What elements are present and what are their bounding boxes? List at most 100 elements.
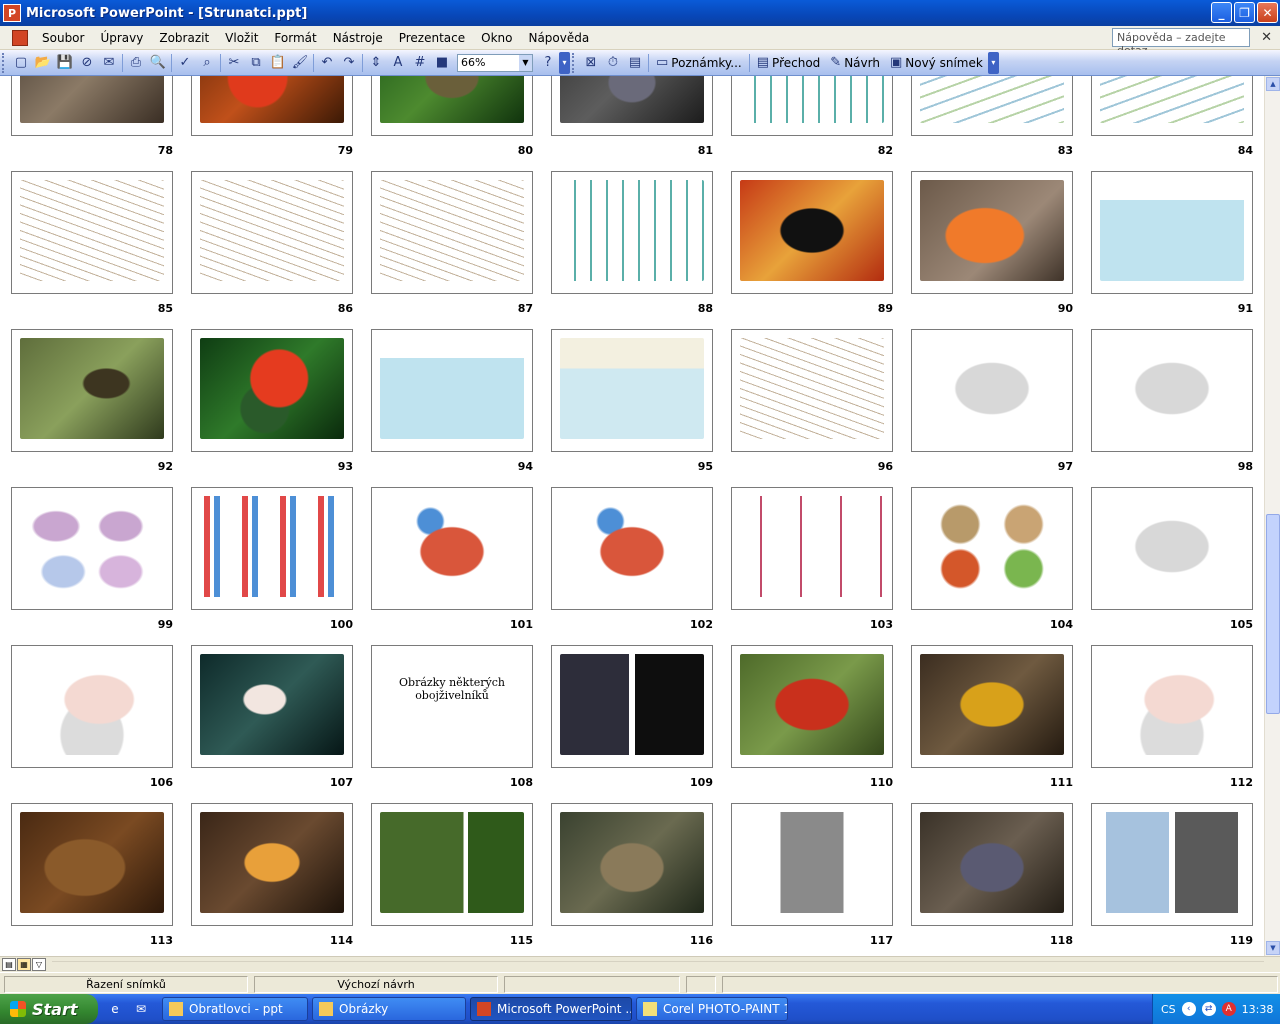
slide-thumbnail[interactable]: [191, 487, 353, 610]
slide-thumbnail[interactable]: [11, 76, 173, 136]
expand-all-icon[interactable]: ⇕: [365, 52, 387, 74]
slide-thumbnail[interactable]: [911, 487, 1073, 610]
cut-icon[interactable]: ✂: [223, 52, 245, 74]
slide-thumbnail[interactable]: [11, 171, 173, 294]
toolbar-grip-2[interactable]: [572, 52, 577, 73]
slide-thumbnail[interactable]: [191, 76, 353, 136]
zoom-select[interactable]: 66% ▼: [457, 53, 533, 72]
slide-thumbnail[interactable]: [551, 645, 713, 768]
slide-thumbnail[interactable]: [371, 803, 533, 926]
permission-icon[interactable]: ⊘: [76, 52, 98, 74]
outlook-icon[interactable]: ✉: [132, 1000, 150, 1018]
toolbar-options-icon[interactable]: ▾: [559, 51, 570, 74]
normal-view-icon[interactable]: ▤: [2, 958, 16, 971]
close-button[interactable]: ✕: [1257, 2, 1278, 23]
slide-thumbnail[interactable]: [191, 803, 353, 926]
hide-slide-icon[interactable]: ⊠: [580, 52, 602, 74]
taskbar-button[interactable]: Obrázky: [312, 997, 466, 1021]
taskbar-button[interactable]: Microsoft PowerPoint ...: [470, 997, 632, 1021]
research-icon[interactable]: ⌕: [196, 52, 218, 74]
slide-thumbnail[interactable]: [11, 803, 173, 926]
language-indicator[interactable]: CS: [1161, 1003, 1176, 1016]
slide-thumbnail[interactable]: [191, 645, 353, 768]
grid-icon[interactable]: #: [409, 52, 431, 74]
email-icon[interactable]: ✉: [98, 52, 120, 74]
design-button[interactable]: ✎ Návrh: [825, 55, 885, 70]
menu-soubor[interactable]: Soubor: [34, 31, 92, 45]
slide-thumbnail[interactable]: [1091, 76, 1253, 136]
help-icon[interactable]: ?: [537, 52, 559, 74]
minimize-button[interactable]: _: [1211, 2, 1232, 23]
help-search-input[interactable]: Nápověda – zadejte dotaz: [1112, 28, 1250, 57]
color-grayscale-icon[interactable]: ■: [431, 52, 453, 74]
slide-thumbnail[interactable]: [11, 329, 173, 452]
scroll-thumb[interactable]: [1266, 514, 1280, 714]
ati-icon[interactable]: A: [1221, 1002, 1236, 1016]
slide-thumbnail[interactable]: [191, 329, 353, 452]
slide-thumbnail[interactable]: [551, 487, 713, 610]
document-icon[interactable]: [12, 29, 28, 46]
slide-thumbnail[interactable]: [911, 645, 1073, 768]
notes-button[interactable]: ▭ Poznámky...: [651, 55, 747, 70]
restore-button[interactable]: ❐: [1234, 2, 1255, 23]
open-icon[interactable]: 📂: [32, 52, 54, 74]
slide-thumbnail[interactable]: [1091, 803, 1253, 926]
slide-thumbnail[interactable]: [11, 645, 173, 768]
slide-thumbnail[interactable]: [551, 171, 713, 294]
new-icon[interactable]: ▢: [10, 52, 32, 74]
scroll-up-icon[interactable]: ▲: [1266, 77, 1280, 91]
slide-thumbnail[interactable]: [371, 487, 533, 610]
menu-format[interactable]: Formát: [266, 31, 324, 45]
slide-thumbnail[interactable]: [911, 803, 1073, 926]
slide-thumbnail[interactable]: [731, 76, 893, 136]
menu-upravy[interactable]: Úpravy: [92, 31, 151, 45]
internet-explorer-icon[interactable]: e: [106, 1000, 124, 1018]
slide-thumbnail[interactable]: [1091, 329, 1253, 452]
slide-thumbnail[interactable]: [1091, 645, 1253, 768]
slide-thumbnail[interactable]: [911, 171, 1073, 294]
slide-thumbnail[interactable]: [551, 76, 713, 136]
menu-napoveda[interactable]: Nápověda: [520, 31, 597, 45]
slide-thumbnail[interactable]: [191, 171, 353, 294]
slide-show-icon[interactable]: ▽: [32, 958, 46, 971]
print-preview-icon[interactable]: 🔍: [147, 52, 169, 74]
new-slide-button[interactable]: ▣ Nový snímek: [885, 55, 988, 70]
toolbar-grip[interactable]: [2, 52, 7, 73]
slide-thumbnail[interactable]: [911, 329, 1073, 452]
slide-thumbnail[interactable]: [731, 487, 893, 610]
print-icon[interactable]: ⎙: [125, 52, 147, 74]
scroll-down-icon[interactable]: ▼: [1266, 941, 1280, 955]
slide-thumbnail[interactable]: [731, 171, 893, 294]
slide-thumbnail[interactable]: [1091, 171, 1253, 294]
rehearse-timings-icon[interactable]: ⏱: [602, 52, 624, 74]
slide-thumbnail[interactable]: [551, 329, 713, 452]
menu-nastroje[interactable]: Nástroje: [325, 31, 391, 45]
slide-thumbnail[interactable]: [731, 803, 893, 926]
slide-thumbnail[interactable]: [911, 76, 1073, 136]
transition-button[interactable]: ▤ Přechod: [752, 55, 826, 70]
save-icon[interactable]: 💾: [54, 52, 76, 74]
spelling-icon[interactable]: ✓: [174, 52, 196, 74]
paste-icon[interactable]: 📋: [267, 52, 289, 74]
format-painter-icon[interactable]: 🖌: [289, 52, 311, 74]
slide-thumbnail[interactable]: Obrázky některých obojživelníků: [371, 645, 533, 768]
menu-zobrazit[interactable]: Zobrazit: [151, 31, 217, 45]
menu-okno[interactable]: Okno: [473, 31, 520, 45]
menu-prezentace[interactable]: Prezentace: [391, 31, 473, 45]
slide-thumbnail[interactable]: [11, 487, 173, 610]
start-button[interactable]: Start: [0, 994, 98, 1024]
summary-slide-icon[interactable]: ▤: [624, 52, 646, 74]
slide-thumbnail[interactable]: [1091, 487, 1253, 610]
chevron-left-icon[interactable]: ‹: [1181, 1002, 1196, 1016]
slide-sorter-view-icon[interactable]: ▦: [17, 958, 31, 971]
show-formatting-icon[interactable]: A: [387, 52, 409, 74]
taskbar-button[interactable]: Obratlovci - ppt: [162, 997, 308, 1021]
toolbar-options-icon-2[interactable]: ▾: [987, 51, 999, 74]
undo-icon[interactable]: ↶: [316, 52, 338, 74]
copy-icon[interactable]: ⧉: [245, 52, 267, 74]
redo-icon[interactable]: ↷: [338, 52, 360, 74]
vertical-scrollbar[interactable]: ▲ ▼: [1264, 76, 1280, 956]
slide-thumbnail[interactable]: [371, 171, 533, 294]
network-icon[interactable]: ⇄: [1201, 1002, 1216, 1016]
slide-thumbnail[interactable]: [551, 803, 713, 926]
